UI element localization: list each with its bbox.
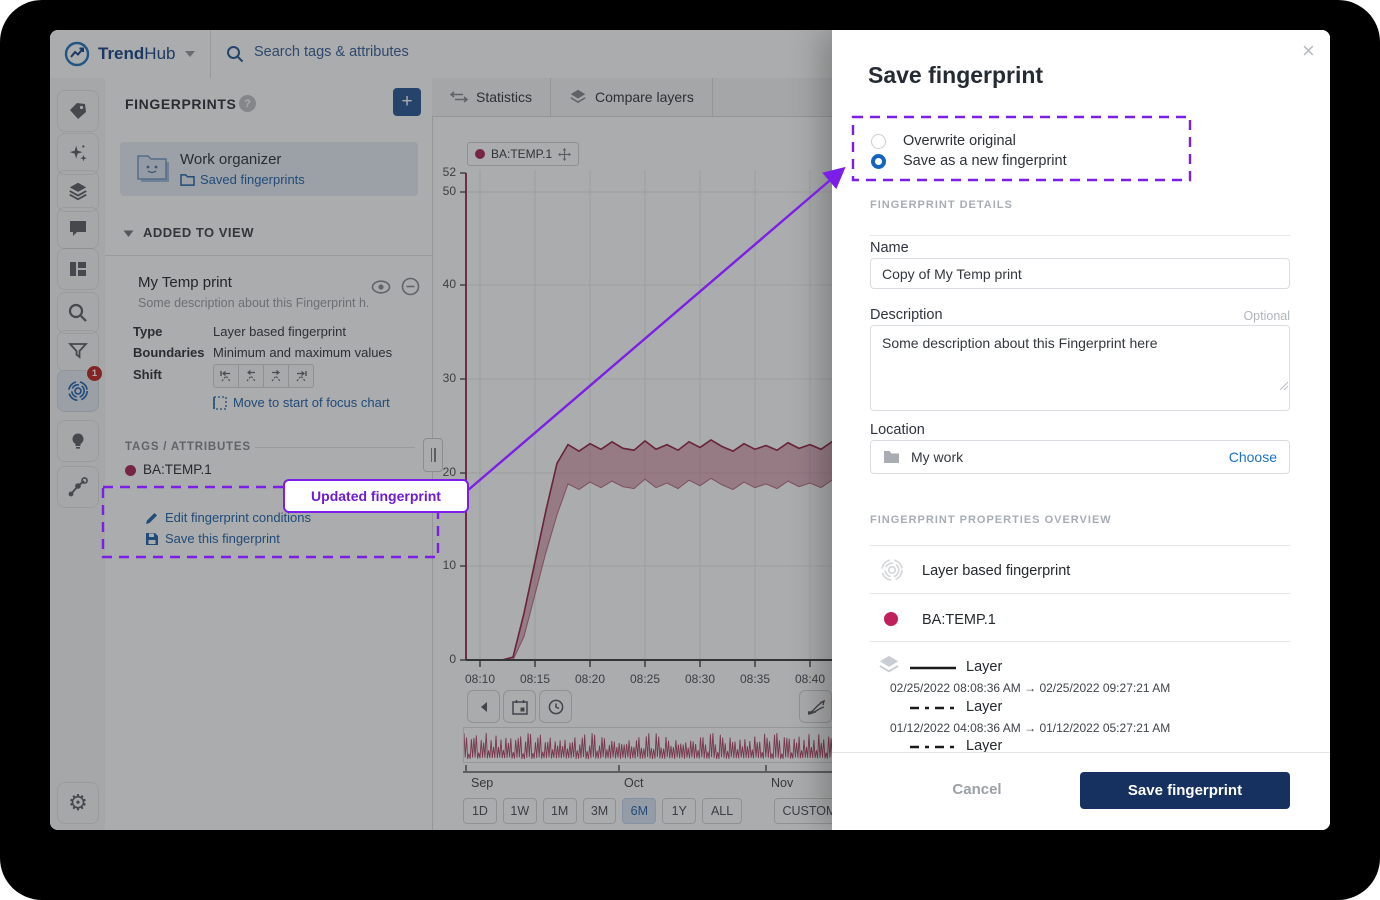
location-value: My work <box>911 449 964 465</box>
radio-save-as-new[interactable] <box>871 153 886 169</box>
layer-date-range: 02/25/2022 08:08:36 AM → 02/25/2022 09:2… <box>890 681 1171 695</box>
fingerprint-type-icon <box>881 559 903 581</box>
description-label: Description <box>870 307 943 323</box>
layer-date-range: 01/12/2022 04:08:36 AM → 01/12/2022 05:2… <box>890 721 1171 735</box>
radio-new-label: Save as a new fingerprint <box>903 153 1067 169</box>
save-fingerprint-button[interactable]: Save fingerprint <box>1080 772 1290 809</box>
choose-location-link[interactable]: Choose <box>1229 449 1277 465</box>
cancel-button[interactable]: Cancel <box>927 781 1027 798</box>
close-icon[interactable]: × <box>1302 38 1315 64</box>
name-label: Name <box>870 240 909 256</box>
location-label: Location <box>870 422 925 438</box>
divider <box>870 235 1290 236</box>
screenshot-frame: TrendHub Search tags & attributes 1 ⚙ FI… <box>0 0 1380 900</box>
save-fingerprint-modal: × Save fingerprint Overwrite original Sa… <box>832 30 1330 830</box>
radio-new-row[interactable]: Save as a new fingerprint <box>871 153 1067 169</box>
radio-overwrite-row[interactable]: Overwrite original <box>871 133 1016 149</box>
layer-label: Layer <box>966 659 1003 675</box>
modal-footer: Cancel Save fingerprint <box>832 752 1330 830</box>
fingerprint-details-header: FINGERPRINT DETAILS <box>870 199 1013 211</box>
resize-grip-icon[interactable] <box>1280 382 1288 390</box>
app-window: TrendHub Search tags & attributes 1 ⚙ FI… <box>50 30 1330 830</box>
divider <box>870 545 1290 546</box>
property-tag: BA:TEMP.1 <box>922 612 996 628</box>
optional-label: Optional <box>1243 309 1290 323</box>
property-tag-dot <box>884 612 898 626</box>
name-input[interactable] <box>870 258 1290 289</box>
layer-solid-line <box>910 666 956 670</box>
layers-stack-icon <box>879 655 899 673</box>
property-type: Layer based fingerprint <box>922 563 1071 579</box>
layer-dashed-line <box>910 706 956 710</box>
description-textarea[interactable]: Some description about this Fingerprint … <box>870 325 1290 411</box>
modal-backdrop[interactable] <box>50 30 832 830</box>
divider <box>870 641 1290 642</box>
layer-label: Layer <box>966 699 1003 715</box>
radio-overwrite-label: Overwrite original <box>903 133 1016 149</box>
modal-title: Save fingerprint <box>868 62 1044 88</box>
location-box: My work Choose <box>870 440 1290 474</box>
annotation-label: Updated fingerprint <box>283 479 469 513</box>
radio-overwrite[interactable] <box>871 133 886 149</box>
properties-overview-header: FINGERPRINT PROPERTIES OVERVIEW <box>870 514 1112 526</box>
location-folder-icon <box>884 451 899 463</box>
layer-dashed-line <box>910 745 956 749</box>
divider <box>870 593 1290 594</box>
